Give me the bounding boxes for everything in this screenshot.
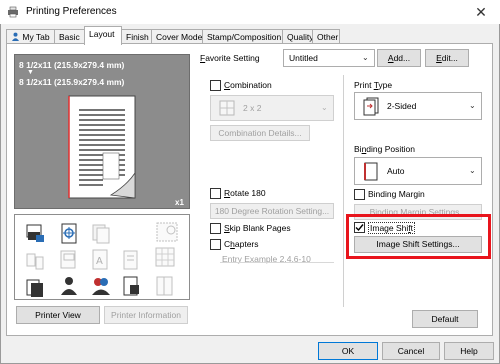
output-paper-size: 8 1/2x11 (215.9x279.4 mm) <box>19 60 125 70</box>
chevron-down-icon: ⌄ <box>469 166 476 175</box>
image-shift-settings-button[interactable]: Image Shift Settings... <box>354 236 482 253</box>
tab-cover-mode[interactable]: Cover Mode <box>151 29 203 44</box>
combination-value: 2 x 2 <box>243 103 262 113</box>
favorite-setting-select[interactable]: Untitled ⌄ <box>283 49 375 67</box>
image-shift-settings-label: Image Shift Settings... <box>376 239 460 249</box>
window-title: Printing Preferences <box>26 6 117 17</box>
close-icon[interactable]: ✕ <box>466 2 496 22</box>
print-type-label: Print Type <box>354 80 393 90</box>
skip-blank-pages-label: Skip Blank Pages <box>224 223 291 233</box>
chevron-down-icon: ⌄ <box>469 101 476 110</box>
page-preview-icon <box>68 95 136 199</box>
grid-disabled-icon <box>155 247 175 267</box>
watermark-disabled-icon <box>60 250 76 269</box>
stamp-disabled-icon <box>156 222 178 242</box>
layer-disabled-icon <box>92 224 110 244</box>
column-divider <box>343 75 344 307</box>
function-icon-panel: A <box>14 214 190 300</box>
binding-margin-checkbox[interactable] <box>354 189 365 200</box>
add-favorite-button[interactable]: Add... <box>377 49 421 67</box>
tab-my-tab[interactable]: My Tab <box>6 29 55 44</box>
help-button[interactable]: Help <box>444 342 494 360</box>
rotation-setting-button: 180 Degree Rotation Setting... <box>210 203 334 219</box>
chevron-down-icon: ⌄ <box>362 53 369 62</box>
copies-indicator: x1 <box>175 198 184 207</box>
skip-blank-pages-checkbox[interactable] <box>210 223 221 234</box>
printer-information-label: Printer Information <box>111 310 181 320</box>
printer-function-icon[interactable] <box>25 223 45 245</box>
combination-details-button: Combination Details... <box>210 125 310 141</box>
original-paper-size: 8 1/2x11 (215.9x279.4 mm) <box>19 77 125 87</box>
tab-layout[interactable]: Layout <box>84 26 122 45</box>
two-sided-icon <box>363 97 379 116</box>
tab-basic[interactable]: Basic <box>54 29 85 44</box>
printer-icon <box>8 6 18 18</box>
printer-view-label: Printer View <box>35 310 81 320</box>
tab-label: Basic <box>59 32 80 42</box>
chevron-down-icon: ⌄ <box>321 103 328 112</box>
printer-information-button: Printer Information <box>104 306 188 324</box>
cancel-label: Cancel <box>397 346 425 356</box>
printer-view-button[interactable]: Printer View <box>16 306 100 324</box>
combination-label: Combination <box>224 80 272 90</box>
edit-favorite-button[interactable]: Edit... <box>425 49 469 67</box>
tab-label: Layout <box>89 29 115 39</box>
title-bar: Printing Preferences ✕ <box>0 0 500 24</box>
binding-position-label: Binding Position <box>354 144 415 154</box>
text-disabled-icon: A <box>92 249 108 270</box>
finishing-icon[interactable] <box>25 277 45 299</box>
combination-select[interactable]: 2 x 2 ⌄ <box>210 95 334 121</box>
favorite-setting-value: Untitled <box>289 53 318 63</box>
svg-text:A: A <box>96 256 103 267</box>
tab-label: Cover Mode <box>156 32 203 42</box>
account-track-icon[interactable] <box>91 275 111 297</box>
tab-stamp-composition[interactable]: Stamp/Composition <box>202 29 283 44</box>
binding-position-select[interactable]: Auto ⌄ <box>354 157 482 185</box>
print-preview: 8 1/2x11 (215.9x279.4 mm) ▼ 8 1/2x11 (21… <box>14 54 190 209</box>
tab-label: My Tab <box>22 32 50 42</box>
print-type-value: 2-Sided <box>387 101 417 111</box>
binding-position-value: Auto <box>387 166 405 176</box>
tab-finish[interactable]: Finish <box>121 29 152 44</box>
checkmark-icon <box>355 224 364 232</box>
image-shift-checkbox[interactable] <box>354 222 365 233</box>
secure-print-icon[interactable] <box>121 275 141 297</box>
print-type-select[interactable]: 2-Sided ⌄ <box>354 92 482 120</box>
tab-label: Quality <box>287 32 314 42</box>
rotation-setting-label: 180 Degree Rotation Setting... <box>214 206 330 216</box>
split-disabled-icon <box>26 253 44 270</box>
cancel-button[interactable]: Cancel <box>382 342 440 360</box>
ok-label: OK <box>341 346 355 356</box>
combination-checkbox[interactable] <box>210 80 221 91</box>
tab-label: Finish <box>126 32 149 42</box>
ok-button[interactable]: OK <box>318 342 378 360</box>
tab-quality[interactable]: Quality <box>282 29 313 44</box>
user-auth-icon[interactable] <box>59 275 79 297</box>
pages-disabled-icon <box>123 250 138 270</box>
help-label: Help <box>460 346 478 356</box>
move-page-icon[interactable] <box>59 223 79 245</box>
booklet-disabled-icon <box>156 276 173 296</box>
tab-label: Other <box>317 32 339 42</box>
chapters-input-underline <box>220 262 334 263</box>
tab-label: Stamp/Composition <box>207 32 282 42</box>
image-shift-label: Image Shift <box>368 222 416 234</box>
binding-auto-icon <box>364 162 378 181</box>
chapters-checkbox[interactable] <box>210 239 221 250</box>
favorite-setting-label: Favorite Setting <box>200 53 260 63</box>
tab-other[interactable]: Other <box>312 29 340 44</box>
nup-icon <box>219 100 235 116</box>
default-button[interactable]: Default <box>412 310 478 328</box>
rotate-180-label: Rotate 180 <box>224 188 266 198</box>
rotate-180-checkbox[interactable] <box>210 188 221 199</box>
chapters-label: Chapters <box>224 239 259 249</box>
combination-details-label: Combination Details... <box>218 128 302 138</box>
person-icon <box>12 32 19 41</box>
default-label: Default <box>431 314 459 324</box>
binding-margin-label: Binding Margin <box>368 189 425 199</box>
paper-arrow: ▼ <box>27 69 34 76</box>
